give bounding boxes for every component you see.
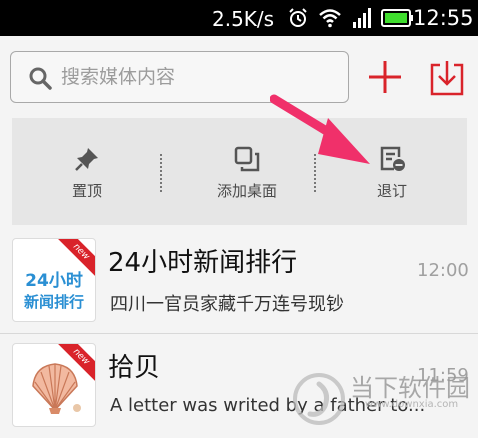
list-item[interactable]: 24小时 新闻排行 new 24小时新闻排行 四川一官员家藏千万连号现钞 12:… bbox=[0, 230, 478, 334]
seashell-icon bbox=[32, 363, 81, 414]
network-speed: 2.5K/s bbox=[212, 7, 275, 31]
status-bar: 2.5K/s 12:55 bbox=[0, 0, 478, 36]
item-title: 24小时新闻排行 bbox=[108, 248, 298, 278]
clock: 12:55 bbox=[413, 6, 474, 30]
search-input[interactable] bbox=[61, 64, 331, 90]
watermark-logo bbox=[293, 373, 345, 425]
desktop-shortcut-icon bbox=[234, 146, 260, 172]
pin-to-top-button[interactable]: 置顶 bbox=[52, 118, 122, 225]
download-icon[interactable] bbox=[428, 59, 466, 97]
alarm-icon bbox=[289, 8, 307, 27]
action-panel: 置顶 添加桌面 退订 bbox=[12, 118, 467, 225]
add-to-desktop-label: 添加桌面 bbox=[216, 182, 277, 200]
thumbnail-line-1: 24小时 bbox=[25, 271, 83, 291]
battery-icon bbox=[381, 9, 413, 27]
pin-icon bbox=[75, 148, 98, 171]
signal-icon bbox=[353, 8, 371, 28]
watermark-text: 当下软件园 bbox=[350, 374, 470, 402]
item-subtitle: 四川一官员家藏千万连号现钞 bbox=[110, 294, 344, 315]
news-rank-thumbnail: 24小时 新闻排行 new bbox=[12, 238, 96, 322]
add-icon[interactable] bbox=[366, 58, 404, 96]
shell-thumbnail: new bbox=[12, 343, 96, 427]
annotation-arrow bbox=[270, 94, 370, 164]
thumbnail-line-2: 新闻排行 bbox=[23, 293, 84, 311]
unsubscribe-icon bbox=[380, 146, 405, 171]
item-title: 拾贝 bbox=[108, 353, 161, 383]
divider bbox=[160, 154, 162, 192]
top-bar bbox=[0, 36, 478, 118]
item-time: 12:00 bbox=[417, 260, 469, 281]
watermark-url: www.downxia.com bbox=[365, 399, 459, 410]
unsubscribe-label: 退订 bbox=[376, 182, 407, 200]
pin-label: 置顶 bbox=[71, 182, 102, 200]
search-icon bbox=[29, 67, 52, 90]
wifi-icon bbox=[319, 9, 341, 28]
